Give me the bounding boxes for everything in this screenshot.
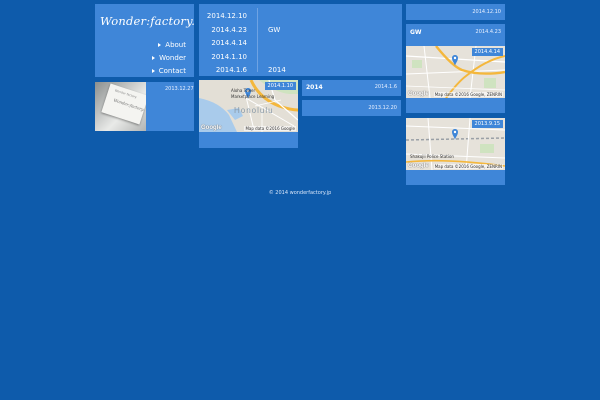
logo[interactable]: Wonder:factory. xyxy=(100,14,195,28)
map-place-label: Marketplace Learning xyxy=(231,94,275,99)
map-shakujii[interactable]: Shakujii Police Station 2013.9.15 Google… xyxy=(406,118,505,170)
map-place-label: Aloha Tower xyxy=(231,88,256,93)
nav-item-contact[interactable]: Contact xyxy=(151,65,186,78)
archive-label[interactable] xyxy=(268,37,286,51)
triangle-right-icon xyxy=(151,69,155,73)
map-attribution: Map data ©2016 Google, ZENRIN xyxy=(433,164,503,169)
archive-date-list: 2014.12.10 2014.4.23 2014.4.14 2014.1.10… xyxy=(199,10,257,78)
post-date-badge: 2014.1.10 xyxy=(264,82,296,90)
footer-copyright: © 2014 wonderfactory.jp xyxy=(268,190,332,196)
archive-label-list: GW 2014 xyxy=(268,10,286,78)
main-nav: About Wonder Contact xyxy=(151,39,186,78)
post-20131220-tile[interactable]: 2013.12.20 xyxy=(302,100,401,116)
archive-date-link[interactable]: 2014.1.10 xyxy=(199,51,257,65)
map-post-honolulu[interactable]: Aloha Tower Marketplace Learning Honolul… xyxy=(199,80,298,148)
archive-label[interactable]: 2014 xyxy=(268,64,286,78)
nav-item-label: Contact xyxy=(158,67,186,75)
archive-date-link[interactable]: 2014.12.10 xyxy=(199,10,257,24)
map-attribution: Map data ©2016 Google, ZENRIN xyxy=(433,92,503,97)
archive-tile: 2014.12.10 2014.4.23 2014.4.14 2014.1.10… xyxy=(199,4,402,76)
brand-tile: Wonder:factory. About Wonder Contact xyxy=(95,4,195,78)
google-logo[interactable]: Google xyxy=(408,163,429,169)
archive-date-link[interactable]: 2014.4.23 xyxy=(199,24,257,38)
post-title: GW xyxy=(410,29,422,36)
photo-post-tile[interactable]: Wonder factory Wonder:factory. 2013.12.2… xyxy=(95,82,194,131)
post-shakujii-tile[interactable]: Shakujii Police Station 2013.9.15 Google… xyxy=(406,118,505,185)
post-date: 2014.1.6 xyxy=(374,84,397,90)
google-logo[interactable]: Google xyxy=(408,91,429,97)
post-gw-tile[interactable]: GW 2014.4.23 2014.4.14 Google Map data ©… xyxy=(406,24,505,113)
map-attribution: Map data ©2016 Google xyxy=(244,126,296,131)
nav-item-about[interactable]: About xyxy=(152,39,186,52)
map-city-label: Honolulu xyxy=(234,106,274,115)
map-place-label: Shakujii Police Station xyxy=(410,154,454,159)
post-20141210-tile[interactable]: 2014.12.10 xyxy=(406,4,505,20)
map-gw[interactable]: 2014.4.14 Google Map data ©2016 Google, … xyxy=(406,46,505,98)
nav-item-wonder[interactable]: Wonder xyxy=(152,52,186,65)
post-title: 2014 xyxy=(306,84,323,91)
post-date: 2014.12.10 xyxy=(472,9,501,15)
google-logo[interactable]: Google xyxy=(201,125,222,131)
archive-date-link[interactable]: 2014.4.14 xyxy=(199,37,257,51)
archive-label[interactable]: GW xyxy=(268,24,286,38)
archive-label[interactable] xyxy=(268,10,286,24)
post-date: 2013.12.27 xyxy=(165,86,194,92)
business-card-image: Wonder factory Wonder:factory. xyxy=(101,83,146,125)
post-thumbnail: Wonder factory Wonder:factory. xyxy=(95,82,146,131)
nav-item-label: About xyxy=(165,41,186,49)
archive-date-link[interactable]: 2014.1.6 xyxy=(199,64,257,78)
archive-divider xyxy=(257,8,258,72)
nav-item-label: Wonder xyxy=(159,54,186,62)
map-date-badge: 2013.9.15 xyxy=(471,120,503,128)
map-honolulu[interactable]: Aloha Tower Marketplace Learning Honolul… xyxy=(199,80,298,132)
archive-label[interactable] xyxy=(268,51,286,65)
triangle-right-icon xyxy=(158,43,162,47)
map-date-badge: 2014.4.14 xyxy=(471,48,503,56)
triangle-right-icon xyxy=(152,56,156,60)
post-date: 2013.12.20 xyxy=(368,105,397,111)
post-date: 2014.4.23 xyxy=(475,29,501,35)
post-2014-tile[interactable]: 2014 2014.1.6 xyxy=(302,80,401,96)
